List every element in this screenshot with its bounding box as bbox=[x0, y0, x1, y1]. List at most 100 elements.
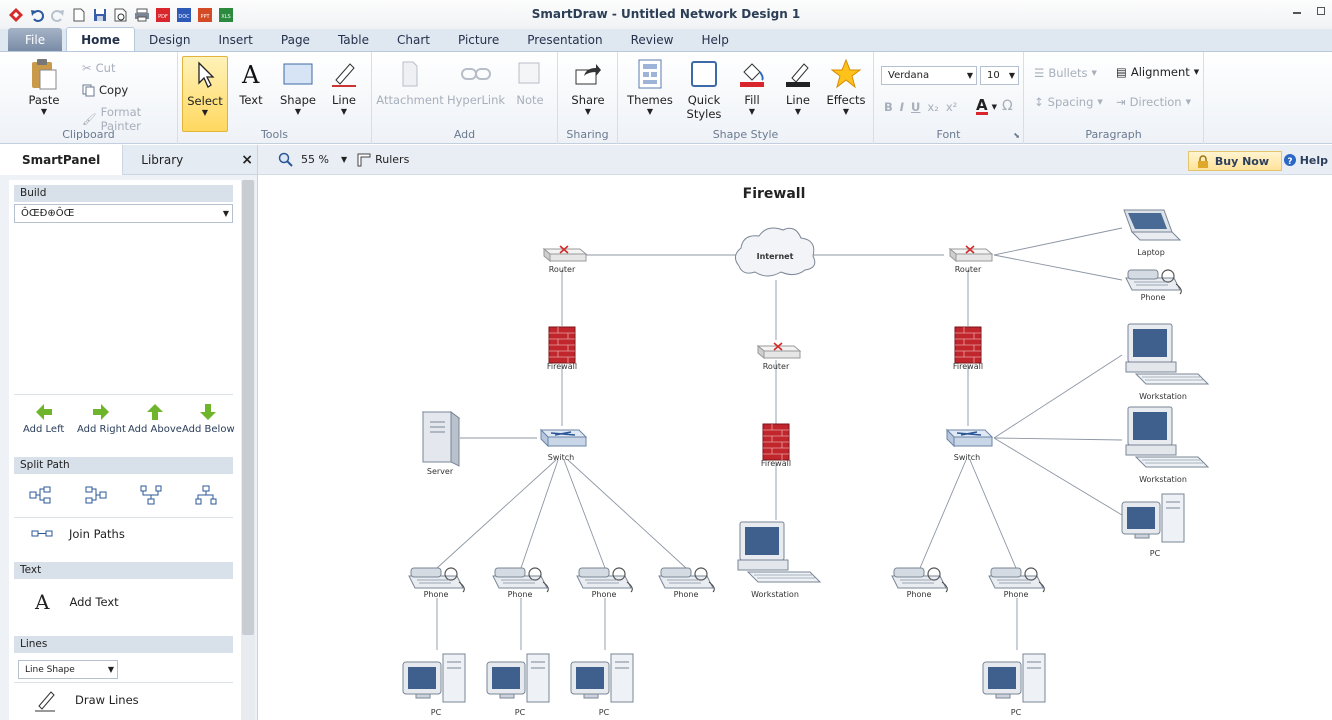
drawing-canvas[interactable]: Firewall Router Router Router Internet F… bbox=[268, 176, 1332, 720]
workstation-node[interactable]: Workstation bbox=[1125, 323, 1209, 401]
phone-node[interactable]: Phone bbox=[408, 567, 465, 599]
split-up-icon[interactable] bbox=[195, 485, 217, 505]
add-below-button[interactable]: Add Below bbox=[182, 402, 235, 435]
zoom-value[interactable]: 55 % bbox=[301, 153, 329, 166]
bullets-button[interactable]: ☰ Bullets ▼ bbox=[1034, 66, 1097, 80]
laptop-node[interactable]: Laptop bbox=[1123, 209, 1181, 257]
firewall-node[interactable]: Firewall bbox=[953, 326, 983, 371]
hyperlink-button[interactable]: HyperLink bbox=[447, 58, 505, 107]
font-size-select[interactable]: 10 ▼ bbox=[980, 66, 1019, 85]
pc-node[interactable]: PC bbox=[570, 653, 634, 717]
quick-styles-button[interactable]: Quick Styles bbox=[682, 58, 726, 121]
add-text-button[interactable]: A Add Text bbox=[35, 590, 119, 614]
switch-node[interactable]: Switch bbox=[946, 429, 993, 462]
share-button[interactable]: Share ▼ bbox=[568, 58, 608, 116]
line-tool-button[interactable]: Line ▼ bbox=[328, 58, 360, 116]
router-node[interactable]: Router bbox=[543, 245, 587, 274]
draw-lines-button[interactable]: Draw Lines bbox=[33, 688, 139, 712]
underline-button[interactable]: U bbox=[911, 100, 920, 114]
font-dialog-launcher-icon[interactable]: ⬊ bbox=[1013, 131, 1020, 140]
pdf-icon[interactable]: PDF bbox=[154, 6, 172, 24]
phone-node[interactable]: Phone bbox=[576, 567, 633, 599]
subscript-button[interactable]: x₂ bbox=[927, 100, 938, 114]
buy-now-button[interactable]: Buy Now bbox=[1187, 151, 1282, 171]
fill-dropdown-icon[interactable]: ▼ bbox=[749, 108, 755, 116]
tab-chart[interactable]: Chart bbox=[383, 28, 444, 51]
zoom-icon[interactable] bbox=[278, 152, 294, 168]
minimize-icon[interactable] bbox=[1292, 6, 1302, 16]
paste-button[interactable]: Paste ▼ bbox=[24, 58, 64, 116]
split-left-icon[interactable] bbox=[85, 485, 107, 505]
switch-node[interactable]: Switch bbox=[540, 429, 587, 462]
print-preview-icon[interactable] bbox=[112, 6, 130, 24]
workstation-node[interactable]: Workstation bbox=[1125, 406, 1209, 484]
line-shape-select[interactable]: Line Shape ▼ bbox=[18, 660, 118, 679]
select-dropdown-icon[interactable]: ▼ bbox=[202, 109, 208, 117]
tab-library[interactable]: Library bbox=[123, 145, 201, 175]
phone-node[interactable]: Phone bbox=[658, 567, 715, 599]
router-node[interactable]: Router bbox=[757, 342, 801, 371]
ppt-icon[interactable]: PPT bbox=[196, 6, 214, 24]
build-select[interactable]: ÔŒÐ⊕ÔŒ ▼ bbox=[14, 204, 233, 223]
tab-picture[interactable]: Picture bbox=[444, 28, 513, 51]
effects-button[interactable]: Effects ▼ bbox=[824, 58, 868, 116]
undo-icon[interactable] bbox=[28, 6, 46, 24]
restore-icon[interactable] bbox=[1316, 6, 1326, 16]
phone-node[interactable]: Phone bbox=[492, 567, 549, 599]
direction-button[interactable]: ⇥ Direction ▼ bbox=[1116, 95, 1191, 109]
panel-scrollbar[interactable] bbox=[241, 180, 255, 720]
add-above-button[interactable]: Add Above bbox=[128, 402, 182, 435]
split-down-icon[interactable] bbox=[140, 485, 162, 505]
tab-page[interactable]: Page bbox=[267, 28, 324, 51]
workstation-node[interactable]: Workstation bbox=[737, 521, 821, 599]
firewall-node[interactable]: Firewall bbox=[761, 423, 791, 468]
spacing-button[interactable]: ↕ Spacing ▼ bbox=[1034, 95, 1103, 109]
redo-icon[interactable] bbox=[49, 6, 67, 24]
cut-button[interactable]: ✂ Cut bbox=[82, 61, 115, 75]
fill-button[interactable]: Fill ▼ bbox=[734, 58, 770, 116]
tab-home[interactable]: Home bbox=[66, 27, 136, 51]
line-style-dropdown-icon[interactable]: ▼ bbox=[795, 108, 801, 116]
themes-button[interactable]: Themes ▼ bbox=[626, 58, 674, 116]
add-left-button[interactable]: Add Left bbox=[23, 402, 64, 435]
copy-button[interactable]: Copy bbox=[82, 83, 128, 97]
zoom-dropdown-icon[interactable]: ▼ bbox=[341, 155, 347, 164]
rulers-button[interactable]: Rulers bbox=[375, 153, 409, 166]
tab-review[interactable]: Review bbox=[617, 28, 688, 51]
phone-node[interactable]: Phone bbox=[891, 567, 948, 599]
effects-dropdown-icon[interactable]: ▼ bbox=[843, 108, 849, 116]
tab-file[interactable]: File bbox=[8, 28, 63, 51]
alignment-button[interactable]: ▤ Alignment ▼ bbox=[1116, 65, 1199, 79]
tab-smartpanel[interactable]: SmartPanel bbox=[0, 144, 124, 175]
tab-insert[interactable]: Insert bbox=[204, 28, 266, 51]
router-node[interactable]: Router bbox=[949, 245, 993, 274]
line-style-button[interactable]: Line ▼ bbox=[780, 58, 816, 116]
pc-node[interactable]: PC bbox=[982, 653, 1046, 717]
add-right-button[interactable]: Add Right bbox=[77, 402, 126, 435]
share-dropdown-icon[interactable]: ▼ bbox=[585, 108, 591, 116]
pc-node[interactable]: PC bbox=[402, 653, 466, 717]
font-color-dropdown-icon[interactable]: ▼ bbox=[992, 103, 997, 111]
bold-button[interactable]: B bbox=[884, 100, 893, 114]
themes-dropdown-icon[interactable]: ▼ bbox=[647, 108, 653, 116]
firewall-node[interactable]: Firewall bbox=[547, 326, 577, 371]
tab-help[interactable]: Help bbox=[687, 28, 742, 51]
split-right-icon[interactable] bbox=[29, 485, 51, 505]
pc-node[interactable]: PC bbox=[486, 653, 550, 717]
italic-button[interactable]: I bbox=[900, 100, 904, 114]
attachment-button[interactable]: Attachment bbox=[376, 58, 444, 107]
note-button[interactable]: Note bbox=[510, 58, 550, 107]
tab-design[interactable]: Design bbox=[135, 28, 204, 51]
text-button[interactable]: A Text bbox=[236, 58, 266, 107]
select-button[interactable]: Select ▼ bbox=[182, 56, 228, 132]
new-icon[interactable] bbox=[70, 6, 88, 24]
phone-node[interactable]: Phone bbox=[988, 567, 1045, 599]
phone-node[interactable]: Phone bbox=[1125, 269, 1182, 302]
line-tool-dropdown-icon[interactable]: ▼ bbox=[341, 108, 347, 116]
print-icon[interactable] bbox=[133, 6, 151, 24]
xls-icon[interactable]: XLS bbox=[217, 6, 235, 24]
internet-cloud-node[interactable]: Internet bbox=[734, 227, 816, 277]
server-node[interactable]: Server bbox=[422, 411, 460, 476]
rulers-icon[interactable] bbox=[357, 153, 371, 167]
help-button[interactable]: ? Help bbox=[1283, 153, 1328, 167]
